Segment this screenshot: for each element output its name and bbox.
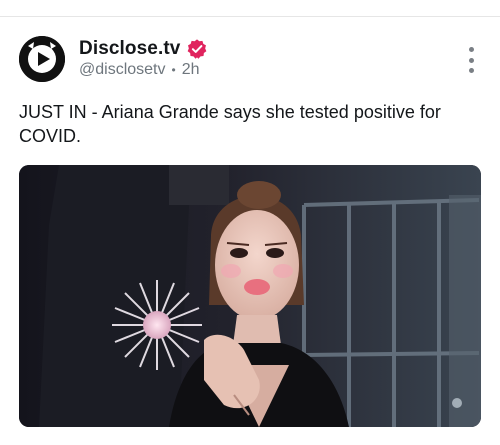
play-arrow-logo-icon (19, 36, 65, 82)
author-avatar[interactable] (19, 36, 65, 82)
post-text: JUST IN - Ariana Grande says she tested … (19, 102, 441, 146)
ellipsis-dot (468, 47, 474, 52)
meta-separator: • (171, 63, 176, 77)
author-name-row: Disclose.tv (79, 38, 208, 60)
ellipsis-dot (468, 68, 474, 73)
post-card[interactable]: Disclose.tv @disclosetv • 2h JUST IN - A… (0, 17, 500, 445)
photo-illustration (19, 165, 481, 427)
post-timestamp[interactable]: 2h (182, 61, 200, 79)
author-handle[interactable]: @disclosetv (79, 61, 166, 79)
author-meta-row: @disclosetv • 2h (79, 61, 200, 79)
post-photo[interactable] (19, 165, 481, 427)
author-display-name[interactable]: Disclose.tv (79, 38, 180, 60)
verified-badge-icon (186, 38, 208, 60)
vertical-ellipsis-icon[interactable] (464, 47, 478, 73)
ellipsis-dot (468, 57, 474, 63)
